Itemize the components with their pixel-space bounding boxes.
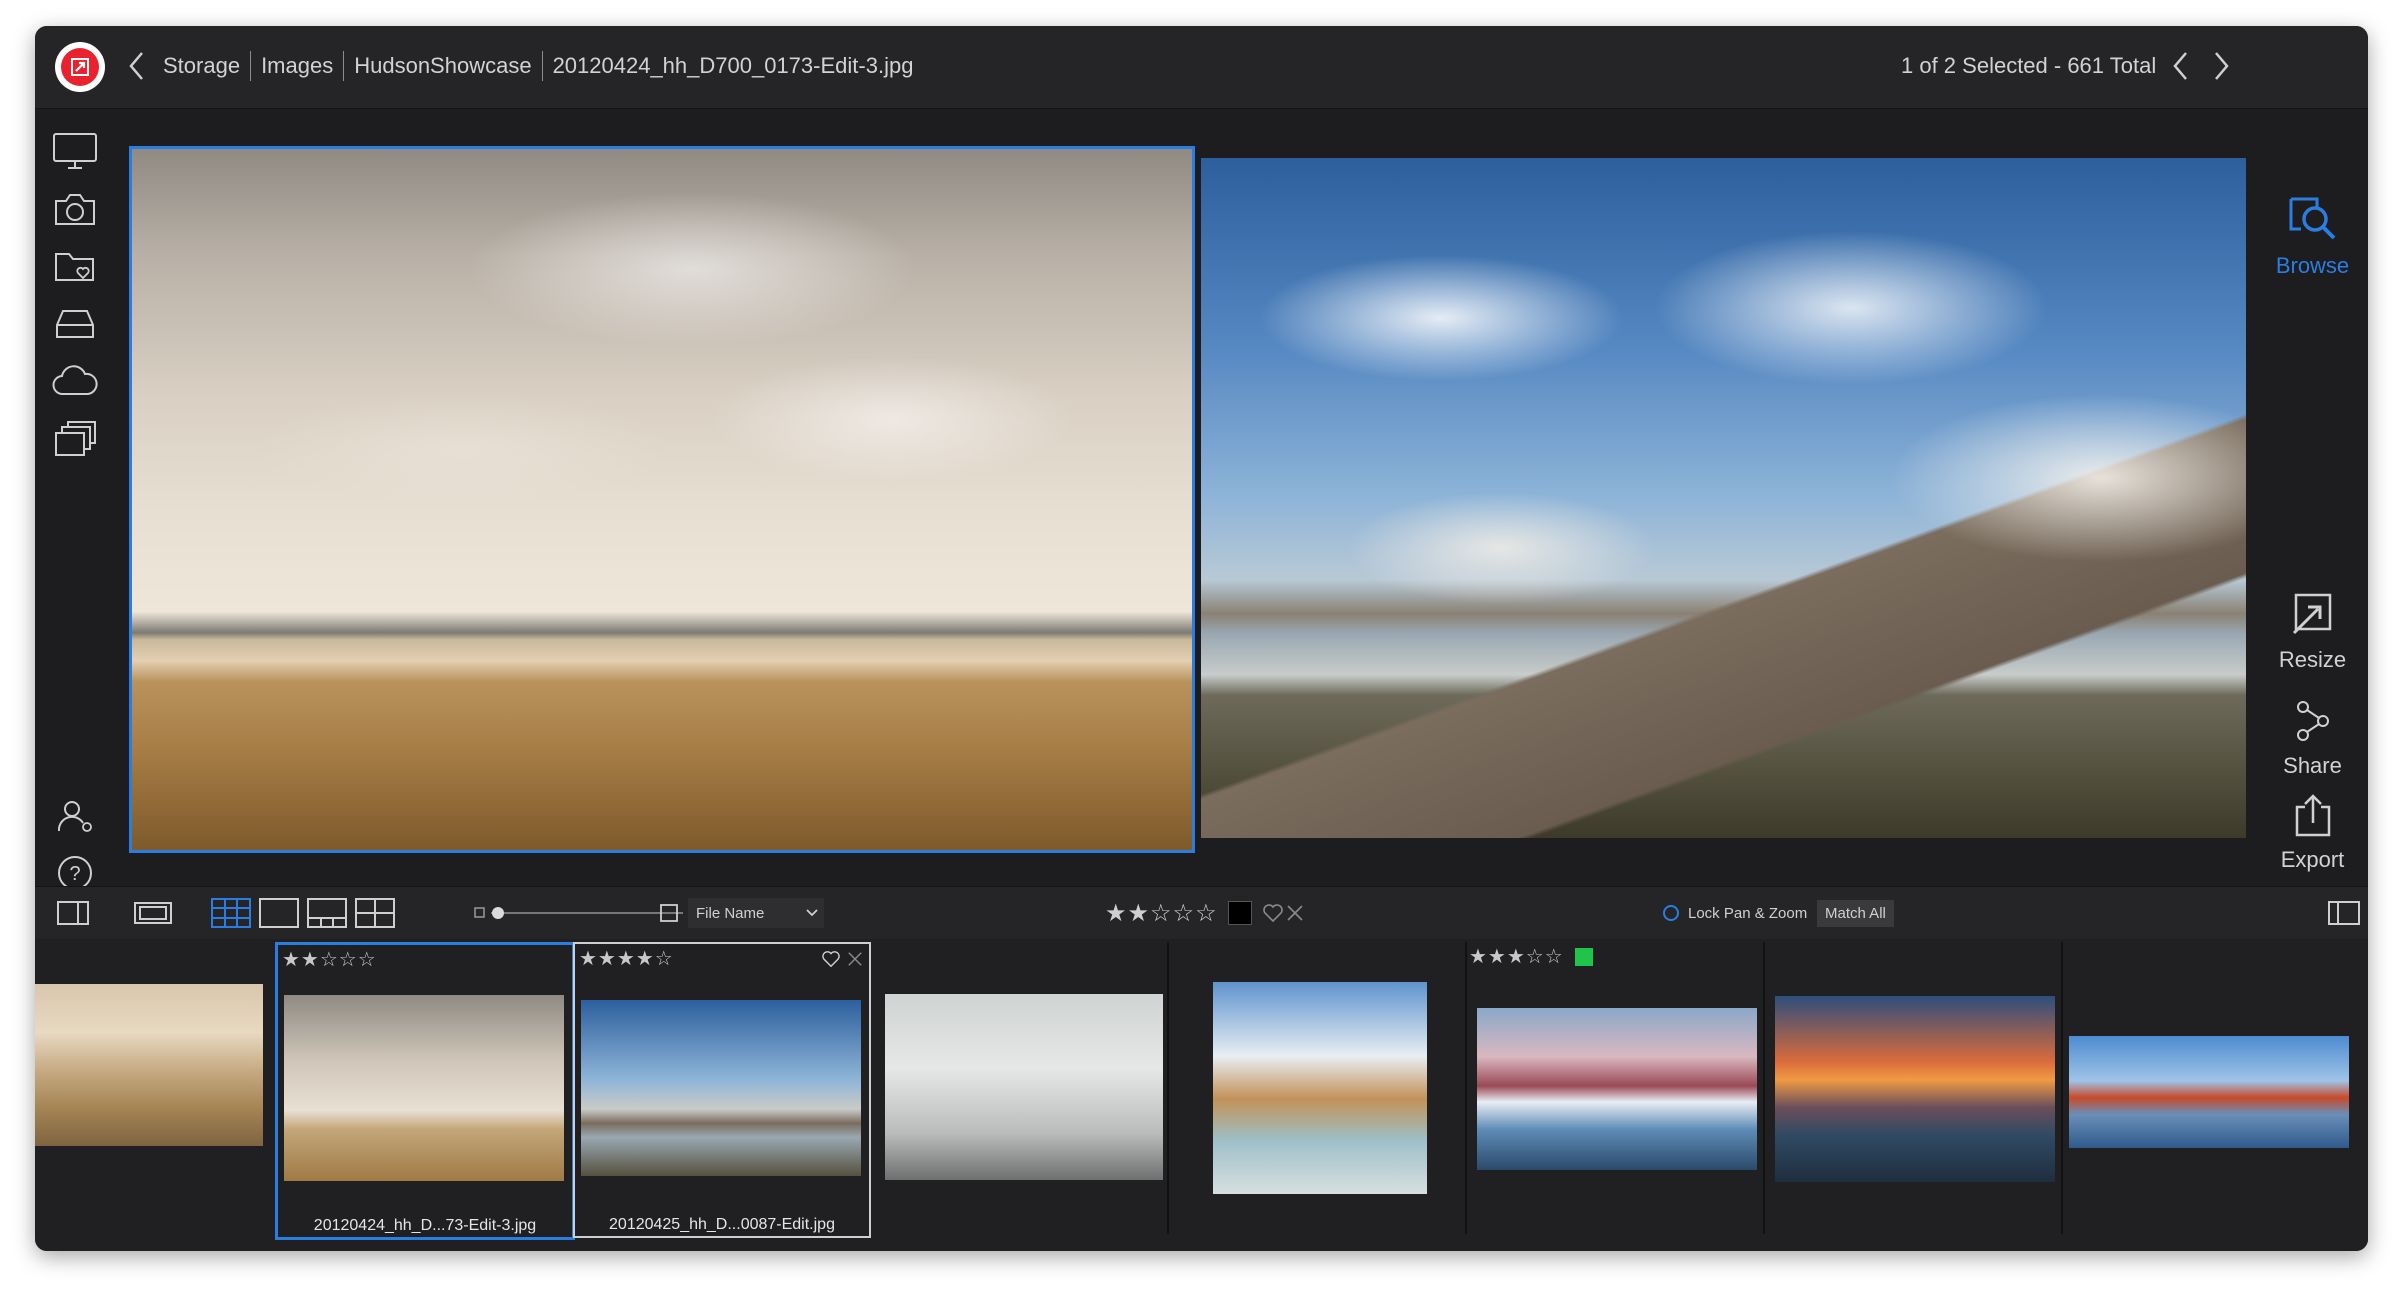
grid-view-icon[interactable] bbox=[211, 887, 251, 939]
filmstrip: ★★☆☆☆ 20120424_hh_D...73-Edit-3.jpg ★★★★… bbox=[35, 939, 2368, 1251]
browse-button[interactable]: Browse bbox=[2257, 193, 2368, 279]
cloud-icon[interactable] bbox=[51, 359, 99, 403]
filmstrip-toolbar: File Name ★★☆☆☆ Lock Pan & Zoom Match Al… bbox=[35, 886, 2368, 940]
help-label: ? bbox=[69, 863, 80, 885]
color-label-green bbox=[1575, 948, 1593, 966]
filmstrip-item[interactable] bbox=[35, 942, 277, 1234]
filmstrip-item[interactable] bbox=[1763, 942, 2063, 1234]
breadcrumb-divider bbox=[541, 51, 543, 81]
thumbnail-rating: ★★☆☆☆ bbox=[282, 949, 377, 971]
lock-pan-zoom-label: Lock Pan & Zoom bbox=[1688, 904, 1808, 922]
selection-count: 1 of 2 Selected - 661 Total bbox=[1901, 53, 2157, 78]
rating-filter[interactable]: ★★☆☆☆ bbox=[1105, 887, 1218, 939]
toggle-left-panel-icon[interactable] bbox=[57, 887, 89, 939]
thumbnail bbox=[1477, 1008, 1757, 1170]
share-label: Share bbox=[2283, 753, 2342, 778]
export-button[interactable]: Export bbox=[2257, 793, 2368, 873]
resize-label: Resize bbox=[2278, 647, 2347, 672]
folder-heart-icon[interactable] bbox=[51, 244, 99, 288]
chevron-down-icon bbox=[806, 909, 818, 917]
albums-icon[interactable] bbox=[51, 417, 99, 461]
filmstrip-item[interactable]: ★★★★☆ 20120425_hh_D...0087-Edit.jpg bbox=[573, 942, 871, 1238]
thumbnail bbox=[581, 1000, 861, 1176]
filmstrip-item[interactable] bbox=[2061, 942, 2368, 1234]
left-sidebar: ? bbox=[35, 109, 121, 890]
breadcrumb-storage[interactable]: Storage bbox=[163, 53, 240, 83]
export-label: Export bbox=[2280, 847, 2345, 872]
compare-photo-right[interactable] bbox=[1201, 158, 2246, 838]
right-sidebar: Browse Resize Share Export bbox=[2257, 109, 2368, 879]
thumbnail bbox=[885, 994, 1163, 1180]
top-bar: Storage Images HudsonShowcase 20120424_h… bbox=[35, 26, 2368, 109]
next-chevron-icon[interactable] bbox=[2211, 50, 2231, 87]
thumbnail-filename: 20120424_hh_D...73-Edit-3.jpg bbox=[313, 1217, 537, 1234]
app-window: Storage Images HudsonShowcase 20120424_h… bbox=[35, 26, 2368, 1251]
monitor-icon[interactable] bbox=[51, 129, 99, 173]
drive-icon[interactable] bbox=[51, 302, 99, 346]
thumbnail-rating: ★★★★☆ bbox=[579, 948, 674, 970]
app-logo[interactable] bbox=[55, 42, 105, 92]
camera-icon[interactable] bbox=[51, 187, 99, 231]
export-icon bbox=[2295, 794, 2330, 837]
thumbnail bbox=[2069, 1036, 2349, 1148]
heart-icon[interactable] bbox=[821, 950, 841, 968]
lock-radio-icon bbox=[1663, 905, 1679, 921]
user-icon[interactable] bbox=[51, 794, 99, 838]
filmstrip-item[interactable] bbox=[1167, 942, 1467, 1234]
breadcrumb-divider bbox=[250, 51, 252, 81]
back-chevron-icon[interactable] bbox=[127, 50, 147, 87]
sort-checkbox[interactable] bbox=[660, 887, 678, 939]
app-logo-icon bbox=[61, 48, 99, 86]
filmstrip-item[interactable] bbox=[869, 942, 1169, 1234]
toggle-right-panel-icon[interactable] bbox=[2328, 887, 2360, 939]
heart-icon[interactable] bbox=[1262, 887, 1284, 939]
color-label-swatch[interactable] bbox=[1228, 887, 1252, 939]
thumbnail bbox=[35, 984, 263, 1146]
single-view-icon[interactable] bbox=[259, 887, 299, 939]
sort-dropdown-value: File Name bbox=[696, 904, 765, 922]
thumbnail bbox=[1213, 982, 1427, 1194]
filmstrip-item[interactable]: ★★★☆☆ bbox=[1465, 942, 1765, 1234]
thumbnail bbox=[1775, 996, 2055, 1182]
breadcrumb-hudsonshowcase[interactable]: HudsonShowcase bbox=[354, 53, 531, 83]
share-button[interactable]: Share bbox=[2257, 699, 2368, 779]
thumbnail-filename: 20120425_hh_D...0087-Edit.jpg bbox=[609, 1216, 835, 1233]
browse-icon bbox=[2289, 197, 2335, 240]
film-view-icon[interactable] bbox=[307, 887, 347, 939]
match-all-label: Match All bbox=[1817, 899, 1894, 927]
reject-icon[interactable] bbox=[1286, 887, 1304, 939]
breadcrumb-images[interactable]: Images bbox=[261, 53, 333, 83]
thumbnail bbox=[284, 995, 564, 1181]
sort-dropdown[interactable]: File Name bbox=[688, 887, 824, 939]
filmstrip-item-selected[interactable]: ★★☆☆☆ 20120424_hh_D...73-Edit-3.jpg bbox=[275, 942, 575, 1240]
reject-icon[interactable] bbox=[847, 951, 863, 967]
browse-label: Browse bbox=[2275, 253, 2350, 278]
share-icon bbox=[2296, 701, 2329, 741]
filmstrip-view-icon[interactable] bbox=[133, 887, 173, 939]
breadcrumb-file: 20120424_hh_D700_0173-Edit-3.jpg bbox=[552, 53, 914, 78]
resize-icon bbox=[2292, 593, 2331, 635]
compare-photo-left[interactable] bbox=[129, 146, 1195, 853]
resize-button[interactable]: Resize bbox=[2257, 591, 2368, 673]
thumbnail-rating: ★★★☆☆ bbox=[1469, 946, 1564, 968]
breadcrumb: Storage Images HudsonShowcase 20120424_h… bbox=[163, 51, 914, 83]
match-all-button[interactable]: Match All bbox=[1817, 887, 1894, 939]
breadcrumb-divider bbox=[343, 51, 345, 81]
compare-view-icon[interactable] bbox=[355, 887, 395, 939]
lock-pan-zoom-toggle[interactable]: Lock Pan & Zoom bbox=[1662, 887, 1807, 939]
previous-chevron-icon[interactable] bbox=[2171, 50, 2191, 87]
